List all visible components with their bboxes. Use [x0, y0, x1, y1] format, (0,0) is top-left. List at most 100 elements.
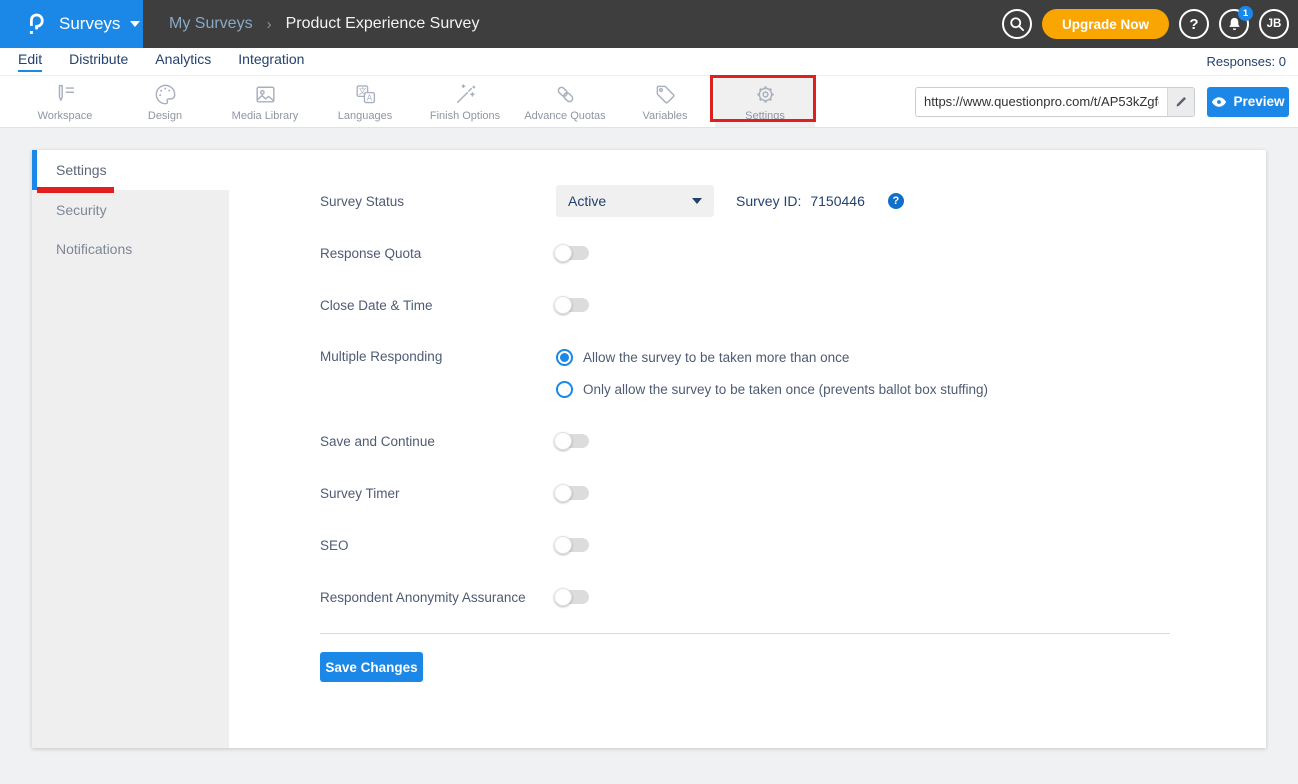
- survey-id-help-icon[interactable]: ?: [888, 193, 904, 209]
- chevron-down-icon: [692, 198, 702, 204]
- save-changes-label: Save Changes: [325, 660, 417, 675]
- save-continue-label: Save and Continue: [320, 434, 556, 449]
- sidebar-item-label: Security: [56, 202, 107, 218]
- radio-selected-icon: [556, 349, 573, 366]
- languages-icon: 文 A: [353, 82, 378, 107]
- seo-label: SEO: [320, 538, 556, 553]
- survey-id-value: 7150446: [810, 193, 865, 209]
- notifications-button[interactable]: 1: [1219, 9, 1249, 39]
- toggle-knob: [554, 432, 572, 450]
- survey-status-select[interactable]: Active: [556, 185, 714, 217]
- svg-text:文: 文: [358, 85, 366, 95]
- advance-quotas-links-icon: [553, 82, 578, 107]
- response-quota-label: Response Quota: [320, 246, 556, 261]
- form-divider: [320, 633, 1170, 634]
- toolbar-item-finish-options[interactable]: Finish Options: [415, 76, 515, 127]
- toolbar-item-settings[interactable]: Settings: [715, 76, 815, 127]
- settings-form: Survey Status Active Survey ID: 7150446 …: [229, 150, 1266, 748]
- tab-analytics[interactable]: Analytics: [155, 51, 211, 72]
- toggle-knob: [554, 536, 572, 554]
- settings-gear-icon: [753, 82, 778, 107]
- close-date-row: Close Date & Time: [320, 289, 1266, 321]
- media-library-icon: [253, 82, 278, 107]
- questionpro-logo-icon: [24, 11, 48, 37]
- edit-url-button[interactable]: [1167, 88, 1194, 116]
- anonymity-row: Respondent Anonymity Assurance: [320, 581, 1266, 613]
- survey-id-label: Survey ID:: [736, 193, 801, 209]
- edit-toolbar: Workspace Design Media Library 文 A Langu…: [0, 76, 1298, 128]
- toolbar-item-workspace[interactable]: Workspace: [15, 76, 115, 127]
- brand-label: Surveys: [59, 14, 120, 34]
- sidebar-item-security[interactable]: Security: [32, 190, 229, 229]
- question-mark-icon: ?: [1189, 16, 1198, 33]
- search-button[interactable]: [1002, 9, 1032, 39]
- breadcrumb-current-survey: Product Experience Survey: [286, 15, 480, 33]
- toolbar-item-variables[interactable]: Variables: [615, 76, 715, 127]
- design-palette-icon: [153, 82, 178, 107]
- sidebar-item-notifications[interactable]: Notifications: [32, 229, 229, 268]
- anonymity-label: Respondent Anonymity Assurance: [320, 590, 556, 605]
- breadcrumb: My Surveys › Product Experience Survey: [169, 15, 479, 33]
- breadcrumb-my-surveys[interactable]: My Surveys: [169, 15, 253, 33]
- topbar: Surveys My Surveys › Product Experience …: [0, 0, 1298, 48]
- topbar-actions: Upgrade Now ? 1 JB: [1002, 9, 1298, 39]
- upgrade-now-label: Upgrade Now: [1062, 17, 1149, 32]
- sidebar-item-label: Notifications: [56, 241, 132, 257]
- save-continue-row: Save and Continue: [320, 425, 1266, 457]
- settings-panel: Settings Security Notifications Survey S…: [32, 150, 1266, 748]
- survey-url-input[interactable]: [916, 88, 1167, 116]
- tab-edit[interactable]: Edit: [18, 51, 42, 72]
- avatar-initials: JB: [1267, 18, 1282, 30]
- survey-timer-toggle[interactable]: [556, 486, 589, 500]
- variables-tag-icon: [653, 82, 678, 107]
- survey-status-label: Survey Status: [320, 194, 556, 209]
- toggle-knob: [554, 588, 572, 606]
- save-changes-button[interactable]: Save Changes: [320, 652, 423, 682]
- chevron-down-icon: [130, 21, 140, 27]
- toggle-knob: [554, 244, 572, 262]
- toggle-knob: [554, 484, 572, 502]
- upgrade-now-button[interactable]: Upgrade Now: [1042, 9, 1169, 39]
- response-quota-toggle[interactable]: [556, 246, 589, 260]
- toolbar-item-design[interactable]: Design: [115, 76, 215, 127]
- toolbar-right: Preview: [915, 76, 1298, 127]
- radio-only-once[interactable]: Only allow the survey to be taken once (…: [556, 373, 988, 405]
- survey-status-row: Survey Status Active Survey ID: 7150446 …: [320, 185, 1266, 217]
- search-icon: [1008, 15, 1026, 33]
- multiple-responding-label: Multiple Responding: [320, 341, 556, 373]
- toolbar-item-advance-quotas[interactable]: Advance Quotas: [515, 76, 615, 127]
- sidebar-item-settings[interactable]: Settings: [32, 150, 229, 190]
- radio-allow-multiple[interactable]: Allow the survey to be taken more than o…: [556, 341, 988, 373]
- settings-sidebar: Settings Security Notifications: [32, 150, 229, 748]
- survey-timer-label: Survey Timer: [320, 486, 556, 501]
- close-date-toggle[interactable]: [556, 298, 589, 312]
- user-avatar[interactable]: JB: [1259, 9, 1289, 39]
- multiple-responding-options: Allow the survey to be taken more than o…: [556, 341, 988, 405]
- pencil-icon: [1174, 95, 1188, 109]
- preview-button[interactable]: Preview: [1207, 87, 1289, 117]
- sidebar-item-label: Settings: [56, 162, 107, 178]
- save-continue-toggle[interactable]: [556, 434, 589, 448]
- toolbar-item-languages[interactable]: 文 A Languages: [315, 76, 415, 127]
- response-quota-row: Response Quota: [320, 237, 1266, 269]
- breadcrumb-separator: ›: [267, 16, 272, 33]
- product-switcher[interactable]: Surveys: [0, 0, 143, 48]
- responses-count: Responses: 0: [1207, 54, 1287, 69]
- toggle-knob: [554, 296, 572, 314]
- seo-toggle[interactable]: [556, 538, 589, 552]
- multiple-responding-row: Multiple Responding Allow the survey to …: [320, 341, 1266, 405]
- tab-integration[interactable]: Integration: [238, 51, 304, 72]
- tab-distribute[interactable]: Distribute: [69, 51, 128, 72]
- survey-url-field: [915, 87, 1195, 117]
- survey-nav-tabs: Edit Distribute Analytics Integration Re…: [0, 48, 1298, 76]
- notification-badge: 1: [1238, 6, 1253, 21]
- seo-row: SEO: [320, 529, 1266, 561]
- svg-text:A: A: [366, 93, 372, 102]
- help-button[interactable]: ?: [1179, 9, 1209, 39]
- survey-timer-row: Survey Timer: [320, 477, 1266, 509]
- toolbar-item-media-library[interactable]: Media Library: [215, 76, 315, 127]
- preview-label: Preview: [1233, 94, 1284, 109]
- anonymity-toggle[interactable]: [556, 590, 589, 604]
- finish-options-wand-icon: [453, 82, 478, 107]
- eye-icon: [1211, 96, 1227, 108]
